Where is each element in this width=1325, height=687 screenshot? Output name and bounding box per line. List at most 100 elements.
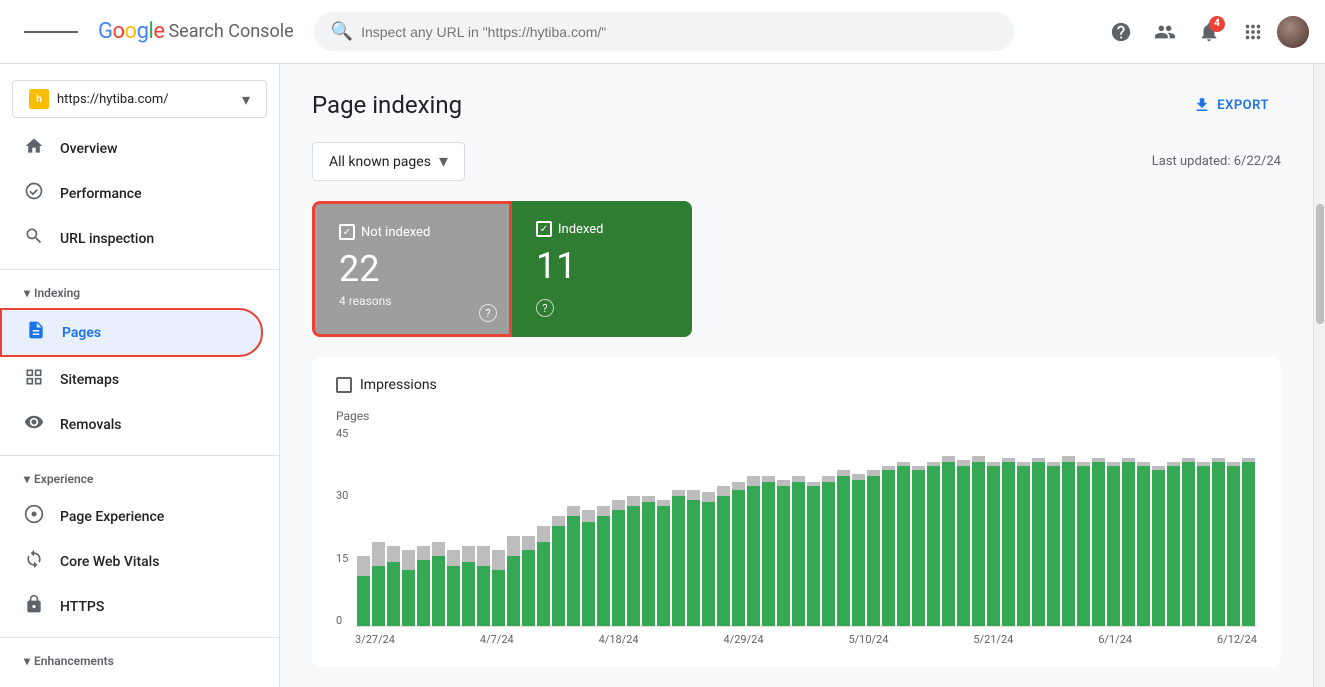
bar-green [777,486,790,626]
bar-group [1227,462,1240,626]
enhancements-section: ▾ Enhancements [0,646,279,676]
search-bar[interactable]: 🔍 [314,12,1014,51]
bar-green [1197,466,1210,626]
card-indexed-label: Indexed [558,222,604,237]
hamburger-menu[interactable] [16,20,86,44]
bar-green [417,560,430,626]
impressions-checkbox[interactable] [336,377,352,393]
indexing-section-label: Indexing [34,286,80,300]
bar-group [537,526,550,626]
bar-group [387,546,400,626]
bar-group [372,542,385,626]
avatar[interactable] [1277,16,1309,48]
site-selector[interactable]: h https://hytiba.com/ ▾ [12,80,267,118]
bar-group [1017,462,1030,626]
bar-gray [732,482,745,490]
sidebar-label-overview: Overview [60,141,117,157]
nav-divider-2 [0,455,279,456]
bar-gray [372,542,385,566]
bar-gray [552,516,565,526]
bar-group [807,482,820,626]
bar-gray [447,550,460,566]
bar-green [822,482,835,626]
sidebar-item-https[interactable]: HTTPS [0,584,263,629]
page-title: Page indexing [312,91,462,119]
bar-group [687,490,700,626]
logo-google-text: Google [98,19,164,44]
export-label: EXPORT [1217,98,1269,113]
nav-divider-1 [0,269,279,270]
bar-green [1047,466,1060,626]
bar-gray [417,546,430,560]
bar-gray [717,486,730,496]
bar-gray [537,526,550,542]
indexing-chevron: ▾ [24,286,30,300]
bars-container [355,427,1257,627]
card-not-indexed-label: Not indexed [361,225,430,240]
content-inner: Page indexing EXPORT All known pages ▾ L… [280,64,1313,687]
x-label-4: 4/29/24 [724,633,764,646]
experience-section: ▾ Experience [0,464,279,494]
bar-green [447,566,460,626]
sidebar-item-core-web-vitals[interactable]: Core Web Vitals [0,539,263,584]
bar-green [537,542,550,626]
help-button[interactable] [1101,12,1141,52]
bar-group [882,466,895,626]
bar-green [1107,466,1120,626]
apps-button[interactable] [1233,12,1273,52]
card-indexed[interactable]: ✓ Indexed 11 ? [512,201,692,337]
bar-group [1182,458,1195,626]
bar-green [972,462,985,626]
bar-green [612,510,625,626]
bar-green [1017,466,1030,626]
bar-group [972,456,985,626]
account-button[interactable] [1145,12,1185,52]
card-not-indexed-help-icon[interactable]: ? [479,304,497,322]
bar-green [402,570,415,626]
sidebar-item-breadcrumbs[interactable]: Breadcrumbs [0,676,263,687]
scrollbar-thumb[interactable] [1316,204,1324,324]
sidebar-item-pages[interactable]: Pages [0,308,263,357]
sidebar-item-url-inspection[interactable]: URL inspection [0,216,263,261]
notifications-button[interactable]: 4 [1189,12,1229,52]
avatar-image [1277,16,1309,48]
search-input[interactable] [361,24,997,40]
logo[interactable]: Google Search Console [98,19,294,44]
bar-group [522,536,535,626]
bar-gray [402,550,415,570]
bar-green [687,500,700,626]
last-updated: Last updated: 6/22/24 [1152,154,1281,169]
card-not-indexed-check: ✓ [339,224,355,240]
sidebar-item-sitemaps[interactable]: Sitemaps [0,357,263,402]
bar-green [657,506,670,626]
bar-gray [477,546,490,566]
bar-group [417,546,430,626]
sidebar-item-overview[interactable]: Overview [0,126,263,171]
home-icon [24,136,44,161]
sidebar-label-removals: Removals [60,417,122,433]
bar-group [1212,458,1225,626]
sidebar-item-performance[interactable]: Performance [0,171,263,216]
bar-group [912,466,925,626]
bar-gray [567,506,580,516]
bar-group [1122,458,1135,626]
bar-green [1137,466,1150,626]
bar-green [462,562,475,626]
cards-container: ✓ Not indexed 22 4 reasons ? ✓ Indexed 1… [312,201,1281,337]
filter-dropdown[interactable]: All known pages ▾ [312,142,465,181]
sidebar-item-page-experience[interactable]: Page Experience [0,494,263,539]
card-not-indexed-count: 22 [339,248,485,290]
bar-group [477,546,490,626]
sidebar-item-removals[interactable]: Removals [0,402,263,447]
bar-green [927,466,940,626]
bar-green [882,470,895,626]
card-indexed-help-icon[interactable]: ? [536,299,554,317]
scrollbar-track[interactable] [1313,64,1325,687]
bar-green [912,470,925,626]
export-button[interactable]: EXPORT [1181,88,1281,122]
bar-green [837,476,850,626]
card-not-indexed[interactable]: ✓ Not indexed 22 4 reasons ? [312,201,512,337]
bar-green [1227,466,1240,626]
bar-green [477,566,490,626]
core-web-vitals-icon [24,549,44,574]
